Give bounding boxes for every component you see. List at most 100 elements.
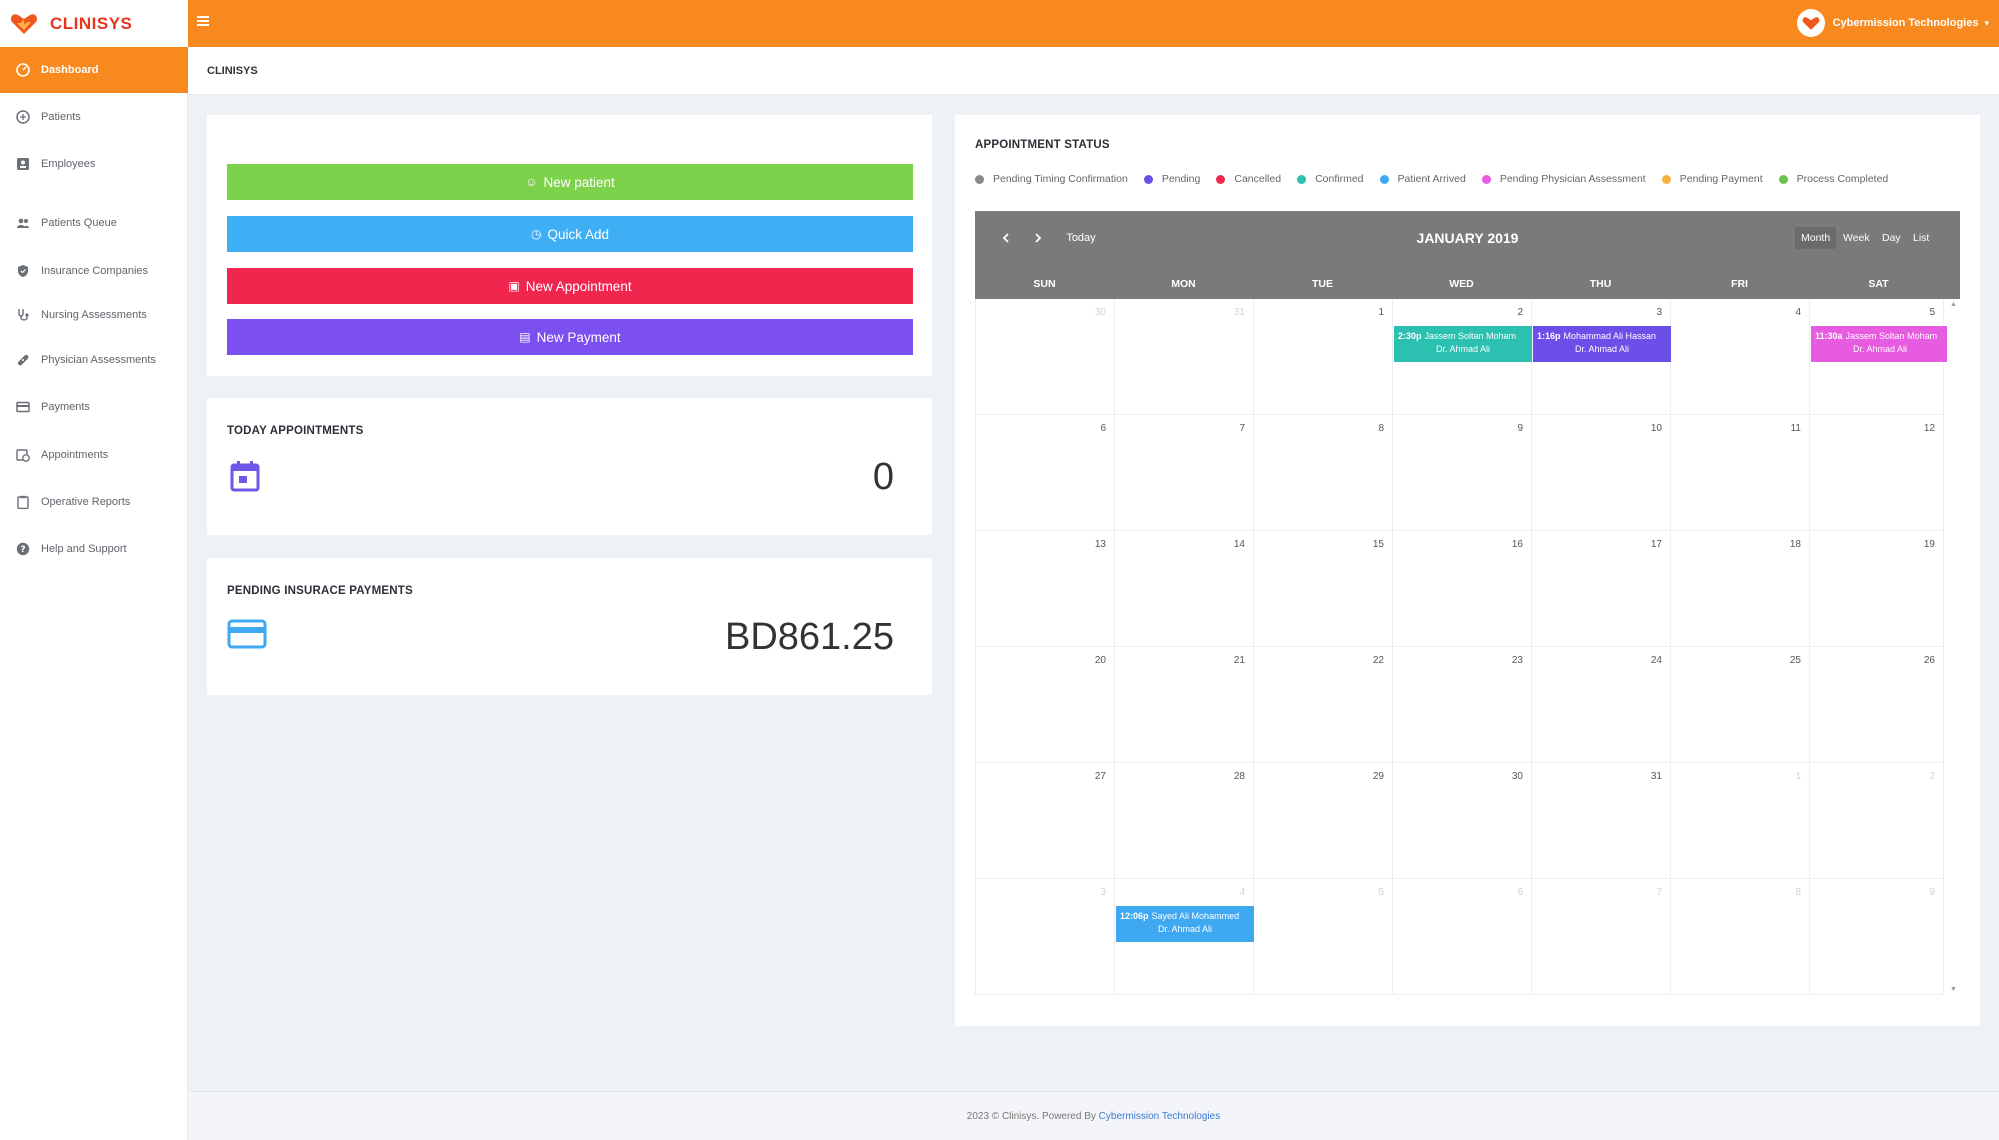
sidebar-item-label: Appointments [41,449,109,461]
status-legend: Pending Timing Confirmation Pending Cancel… [975,173,1904,185]
calendar-day-cell[interactable]: 9 [1393,415,1532,531]
calendar-day-cell[interactable]: 7 [1115,415,1254,531]
sidebar-item-patients[interactable]: Patients [0,94,188,140]
day-number: 9 [1517,423,1523,434]
sidebar-item-operative-reports[interactable]: Operative Reports [0,479,188,525]
event-doctor: Dr. Ahmad Ali [1435,344,1491,354]
calendar-day-cell[interactable]: 24 [1532,647,1671,763]
calendar-day-cell[interactable]: 6 [1393,879,1532,995]
sidebar: Dashboard Patients Employees Patients Qu… [0,47,188,1140]
calendar-day-cell[interactable]: 6 [976,415,1115,531]
sidebar-item-label: Dashboard [41,64,99,76]
calendar-day-cell[interactable]: 26 [1810,647,1944,763]
day-number: 28 [1233,771,1245,782]
new-patient-button[interactable]: ☺ New patient [227,164,913,200]
user-avatar [1796,9,1825,37]
menu-toggle-icon[interactable] [197,14,211,30]
user-menu[interactable]: Cybermission Technologies ▾ [1796,9,1989,37]
sidebar-item-label: Patients Queue [41,217,117,229]
legend-item: Process Completed [1778,173,1888,185]
day-number: 20 [1094,655,1106,666]
users-icon [16,216,30,230]
calendar-day-cell[interactable]: 20 [976,647,1115,763]
calendar-day-cell[interactable]: 14 [1115,531,1254,647]
calendar-day-cell[interactable]: 17 [1532,531,1671,647]
sidebar-item-label: Payments [41,401,90,413]
calendar-day-cell[interactable]: 5 [1254,879,1393,995]
sidebar-item-payments[interactable]: Payments [0,384,188,430]
footer: 2023 © Clinisys. Powered By Cybermission… [188,1091,1999,1140]
brand[interactable]: CLINISYS [0,0,188,47]
calendar-scrollbar[interactable]: ▲ ▼ [1947,299,1960,995]
calendar-day-cell[interactable]: 16 [1393,531,1532,647]
card-title: PENDING INSURACE PAYMENTS [227,585,413,597]
calendar-day-cell[interactable]: 30 [1393,763,1532,879]
sidebar-item-physician-assessments[interactable]: Physician Assessments [0,337,188,383]
calendar-day-cell[interactable]: 7 [1532,879,1671,995]
quick-add-button[interactable]: ◷ Quick Add [227,216,913,252]
footer-link[interactable]: Cybermission Technologies [1099,1111,1221,1122]
card-title: APPOINTMENT STATUS [975,139,1110,151]
calendar-day-cell[interactable]: 21 [1115,647,1254,763]
sidebar-item-label: Nursing Assessments [41,309,147,321]
new-appointment-button[interactable]: ▣ New Appointment [227,268,913,304]
calendar-day-cell[interactable]: 15 [1254,531,1393,647]
calendar-day-cell[interactable]: 25 [1671,647,1810,763]
calendar-day-cell[interactable]: 8 [1254,415,1393,531]
scroll-up-icon[interactable]: ▲ [1950,301,1957,308]
day-number: 30 [1094,307,1106,318]
calendar-day-cell[interactable]: 4 [1671,299,1810,415]
new-payment-button[interactable]: ▤ New Payment [227,319,913,355]
sidebar-item-nursing-assessments[interactable]: Nursing Assessments [0,292,188,338]
calendar-day-cell[interactable]: 23 [1393,647,1532,763]
calendar-day-cell[interactable]: 30 [976,299,1115,415]
pending-insurance-card: PENDING INSURACE PAYMENTS BD861.25 [207,558,932,695]
calendar-day-cell[interactable]: 8 [1671,879,1810,995]
calendar-day-cell[interactable]: 28 [1115,763,1254,879]
view-week-button[interactable]: Week [1837,227,1876,249]
weekday-label: MON [1171,278,1196,290]
legend-item: Confirmed [1297,173,1364,185]
calendar-day-cell[interactable]: 11 [1671,415,1810,531]
calendar-event[interactable]: 12:06p Sayed Ali Mohammed Dr. Ahmad Ali [1116,906,1254,942]
calendar-day-cell[interactable]: 27 [976,763,1115,879]
calendar-event[interactable]: 11:30a Jassem Soltan Moham Dr. Ahmad Ali [1811,326,1949,362]
calendar-day-cell[interactable]: 12 [1810,415,1944,531]
weekday-label: SAT [1868,278,1889,290]
sidebar-item-insurance-companies[interactable]: Insurance Companies [0,248,188,294]
legend-dot-icon [1661,174,1671,184]
calendar-day-cell[interactable]: 22 [1254,647,1393,763]
sidebar-item-patients-queue[interactable]: Patients Queue [0,200,188,246]
calendar-day-cell[interactable]: 2 [1810,763,1944,879]
view-list-button[interactable]: List [1907,227,1935,249]
calendar-day-cell[interactable]: 19 [1810,531,1944,647]
calendar-day-cell[interactable]: 13 [976,531,1115,647]
today-appointments-card: TODAY APPOINTMENTS 0 [207,398,932,535]
sidebar-item-employees[interactable]: Employees [0,141,188,187]
legend-dot-icon [1143,174,1153,184]
calendar-event[interactable]: 1:16p Mohammad Ali Hassan Dr. Ahmad Ali [1533,326,1671,362]
calendar-day-cell[interactable]: 9 [1810,879,1944,995]
patients-icon [16,110,30,124]
sidebar-item-appointments[interactable]: Appointments [0,432,188,478]
calendar-day-cell[interactable]: 31 [1532,763,1671,879]
calendar-day-cell[interactable]: 31 [1115,299,1254,415]
calendar-event[interactable]: 2:30p Jassem Soltan Moham Dr. Ahmad Ali [1394,326,1532,362]
calendar-day-cell[interactable]: 3 [976,879,1115,995]
calendar-day-cell[interactable]: 29 [1254,763,1393,879]
view-month-button[interactable]: Month [1795,227,1837,249]
view-day-button[interactable]: Day [1876,227,1907,249]
sidebar-item-help-and-support[interactable]: ? Help and Support [0,526,188,572]
calendar-day-cell[interactable]: 1 [1254,299,1393,415]
day-number: 18 [1789,539,1801,550]
calendar-day-cell[interactable]: 1 [1671,763,1810,879]
sidebar-item-dashboard[interactable]: Dashboard [0,47,188,93]
calendar-day-cell[interactable]: 10 [1532,415,1671,531]
calendar-day-cell[interactable]: 18 [1671,531,1810,647]
event-doctor: Dr. Ahmad Ali [1852,344,1908,354]
weekday-label: THU [1589,278,1612,290]
id-card-icon [16,157,30,171]
scroll-down-icon[interactable]: ▼ [1950,986,1957,993]
day-number: 6 [1100,423,1106,434]
calendar-grid: 30 31 1 2 3 4 5 6 7 8 9 10 11 12 13 14 15 16 17 18 19 20 21 22 2… [975,299,1949,995]
